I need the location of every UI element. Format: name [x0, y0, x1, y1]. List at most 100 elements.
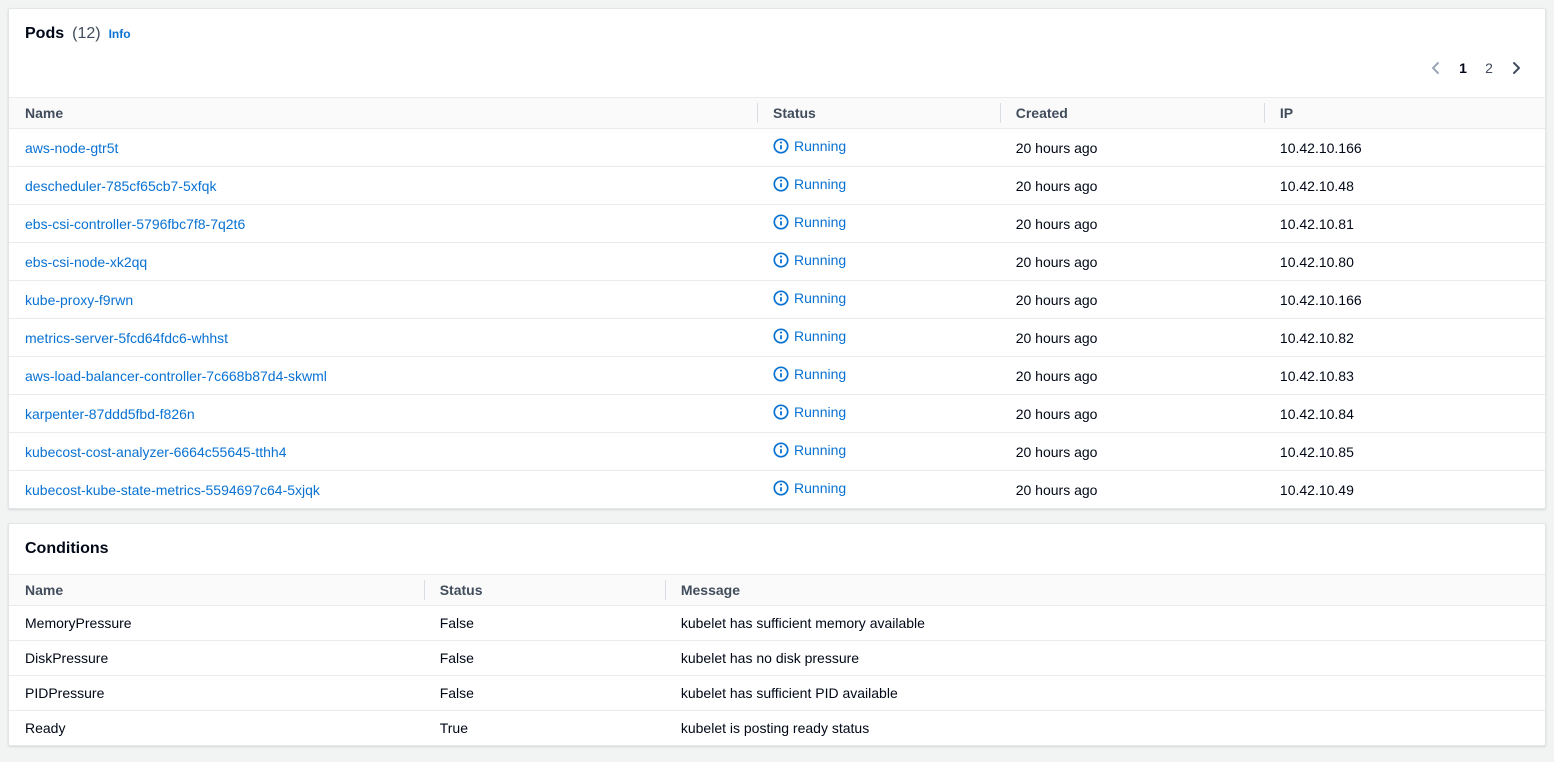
pod-name-link[interactable]: kubecost-kube-state-metrics-5594697c64-5… [25, 482, 320, 498]
pod-name-cell: ebs-csi-node-xk2qq [9, 243, 757, 281]
status-label: Running [794, 290, 846, 306]
conditions-panel-header: Conditions [9, 524, 1545, 574]
status-label: Running [794, 366, 846, 382]
table-row: MemoryPressure False kubelet has suffici… [9, 606, 1545, 641]
info-circle-icon [773, 480, 789, 496]
created-cell: 20 hours ago [1000, 433, 1264, 471]
table-row: metrics-server-5fcd64fdc6-whhst Running … [9, 319, 1545, 357]
info-circle-icon [773, 214, 789, 230]
pod-name-link[interactable]: kubecost-cost-analyzer-6664c55645-tthh4 [25, 444, 287, 460]
info-circle-icon [773, 252, 789, 268]
conditions-table-body: MemoryPressure False kubelet has suffici… [9, 606, 1545, 746]
pod-status-cell: Running [757, 357, 1000, 395]
info-circle-icon [773, 176, 789, 192]
pod-name-link[interactable]: aws-node-gtr5t [25, 140, 118, 156]
pods-title-row: Pods (12) Info [25, 25, 1529, 43]
column-header-message: Message [665, 575, 1545, 606]
created-cell: 20 hours ago [1000, 129, 1264, 167]
ip-cell: 10.42.10.83 [1264, 357, 1545, 395]
pod-name-link[interactable]: ebs-csi-controller-5796fbc7f8-7q2t6 [25, 216, 245, 232]
status-label: Running [794, 176, 846, 192]
pagination: 1 2 [9, 43, 1545, 97]
status-indicator[interactable]: Running [773, 138, 846, 154]
pod-name-cell: ebs-csi-controller-5796fbc7f8-7q2t6 [9, 205, 757, 243]
table-row: kubecost-cost-analyzer-6664c55645-tthh4 … [9, 433, 1545, 471]
previous-page-button[interactable] [1423, 55, 1449, 81]
table-row: karpenter-87ddd5fbd-f826n Running 20 hou… [9, 395, 1545, 433]
conditions-table: Name Status Message MemoryPressure False… [9, 574, 1545, 745]
pods-table: Name Status Created IP aws-node-gtr5t [9, 97, 1545, 508]
pod-name-cell: kube-proxy-f9rwn [9, 281, 757, 319]
conditions-table-header-row: Name Status Message [9, 575, 1545, 606]
status-label: Running [794, 404, 846, 420]
status-indicator[interactable]: Running [773, 290, 846, 306]
created-cell: 20 hours ago [1000, 205, 1264, 243]
pod-status-cell: Running [757, 243, 1000, 281]
pod-status-cell: Running [757, 205, 1000, 243]
pod-status-cell: Running [757, 471, 1000, 509]
status-indicator[interactable]: Running [773, 404, 846, 420]
status-indicator[interactable]: Running [773, 442, 846, 458]
ip-cell: 10.42.10.80 [1264, 243, 1545, 281]
status-indicator[interactable]: Running [773, 480, 846, 496]
pod-name-link[interactable]: karpenter-87ddd5fbd-f826n [25, 406, 195, 422]
pod-name-cell: aws-load-balancer-controller-7c668b87d4-… [9, 357, 757, 395]
pods-table-header-row: Name Status Created IP [9, 98, 1545, 129]
table-row: aws-node-gtr5t Running 20 hours ago 10.4… [9, 129, 1545, 167]
pod-name-link[interactable]: descheduler-785cf65cb7-5xfqk [25, 178, 216, 194]
info-circle-icon [773, 328, 789, 344]
pod-name-link[interactable]: kube-proxy-f9rwn [25, 292, 133, 308]
pod-name-cell: descheduler-785cf65cb7-5xfqk [9, 167, 757, 205]
pod-name-cell: metrics-server-5fcd64fdc6-whhst [9, 319, 757, 357]
status-label: Running [794, 328, 846, 344]
ip-cell: 10.42.10.166 [1264, 281, 1545, 319]
pod-name-cell: karpenter-87ddd5fbd-f826n [9, 395, 757, 433]
pod-name-link[interactable]: aws-load-balancer-controller-7c668b87d4-… [25, 368, 327, 384]
condition-status-cell: True [424, 711, 665, 746]
created-cell: 20 hours ago [1000, 395, 1264, 433]
table-row: aws-load-balancer-controller-7c668b87d4-… [9, 357, 1545, 395]
info-link[interactable]: Info [109, 27, 131, 41]
info-circle-icon [773, 290, 789, 306]
pod-name-cell: aws-node-gtr5t [9, 129, 757, 167]
created-cell: 20 hours ago [1000, 281, 1264, 319]
info-circle-icon [773, 442, 789, 458]
condition-message-cell: kubelet has no disk pressure [665, 641, 1545, 676]
condition-message-cell: kubelet has sufficient PID available [665, 676, 1545, 711]
pods-panel: Pods (12) Info 1 2 Name Statu [8, 8, 1546, 509]
condition-name-cell: DiskPressure [9, 641, 424, 676]
status-label: Running [794, 138, 846, 154]
column-header-status: Status [757, 98, 1000, 129]
pods-panel-title: Pods [25, 25, 64, 43]
column-header-name: Name [9, 98, 757, 129]
condition-status-cell: False [424, 606, 665, 641]
status-label: Running [794, 442, 846, 458]
next-page-button[interactable] [1503, 55, 1529, 81]
ip-cell: 10.42.10.166 [1264, 129, 1545, 167]
column-header-ip: IP [1264, 98, 1545, 129]
page-1-button[interactable]: 1 [1451, 56, 1475, 80]
status-label: Running [794, 214, 846, 230]
status-label: Running [794, 252, 846, 268]
created-cell: 20 hours ago [1000, 243, 1264, 281]
pod-name-link[interactable]: ebs-csi-node-xk2qq [25, 254, 147, 270]
ip-cell: 10.42.10.82 [1264, 319, 1545, 357]
conditions-panel: Conditions Name Status Message MemoryPre… [8, 523, 1546, 746]
status-indicator[interactable]: Running [773, 328, 846, 344]
column-header-created: Created [1000, 98, 1264, 129]
pod-name-link[interactable]: metrics-server-5fcd64fdc6-whhst [25, 330, 228, 346]
ip-cell: 10.42.10.84 [1264, 395, 1545, 433]
condition-name-cell: PIDPressure [9, 676, 424, 711]
status-indicator[interactable]: Running [773, 252, 846, 268]
page-2-button[interactable]: 2 [1477, 56, 1501, 80]
info-circle-icon [773, 138, 789, 154]
status-indicator[interactable]: Running [773, 176, 846, 192]
pods-table-body: aws-node-gtr5t Running 20 hours ago 10.4… [9, 129, 1545, 509]
ip-cell: 10.42.10.49 [1264, 471, 1545, 509]
pod-status-cell: Running [757, 395, 1000, 433]
pods-panel-header: Pods (12) Info [9, 9, 1545, 43]
status-indicator[interactable]: Running [773, 214, 846, 230]
ip-cell: 10.42.10.81 [1264, 205, 1545, 243]
status-indicator[interactable]: Running [773, 366, 846, 382]
pod-status-cell: Running [757, 281, 1000, 319]
